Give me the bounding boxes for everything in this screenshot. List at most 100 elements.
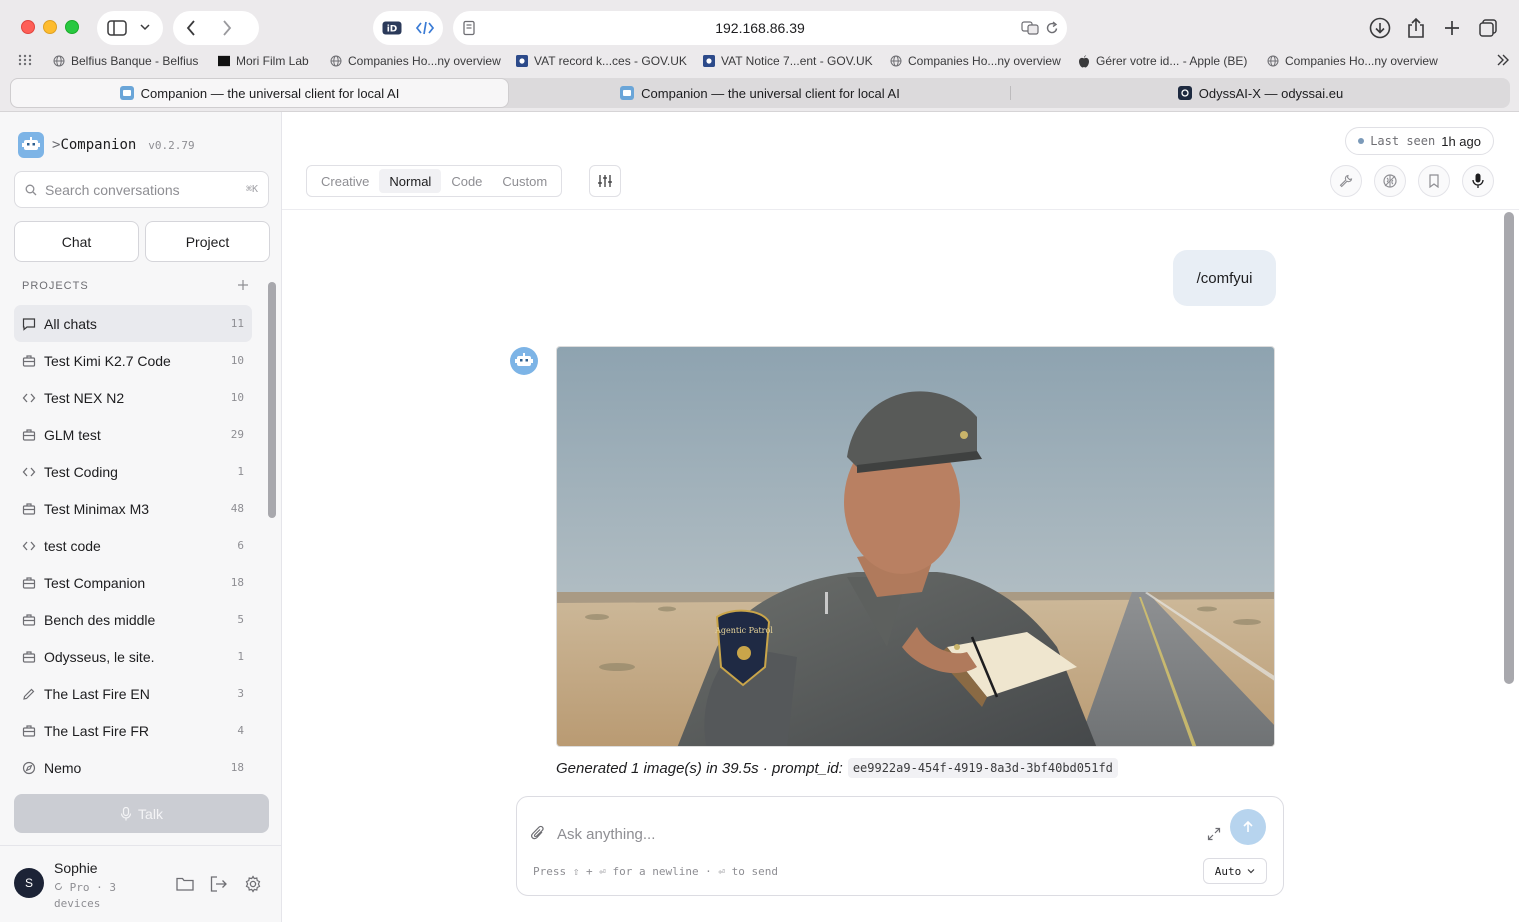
id-extension-icon[interactable]: iD	[382, 21, 402, 35]
gov-uk-icon	[516, 55, 528, 67]
chevron-down-icon	[1247, 868, 1255, 874]
send-button[interactable]	[1230, 809, 1266, 845]
expand-icon[interactable]	[1207, 827, 1221, 846]
minimize-window-button[interactable]	[43, 20, 57, 34]
project-item[interactable]: The Last Fire EN 3	[14, 675, 252, 712]
code-extension-icon[interactable]	[415, 20, 435, 36]
project-label: The Last Fire EN	[44, 685, 150, 702]
last-seen-value: 1h ago	[1441, 133, 1481, 149]
globe-icon	[890, 55, 902, 67]
folder-icon[interactable]	[175, 874, 195, 894]
add-project-icon[interactable]	[238, 280, 248, 292]
new-tab-icon[interactable]	[1438, 14, 1466, 42]
tab-title: OdyssAI-X — odyssai.eu	[1198, 85, 1344, 101]
share-icon[interactable]	[1402, 14, 1430, 42]
project-item[interactable]: Test Coding 1	[14, 453, 252, 490]
paperclip-icon[interactable]	[531, 825, 545, 846]
search-icon	[25, 184, 37, 196]
chevron-down-icon[interactable]	[140, 23, 150, 31]
tab-title: Companion — the universal client for loc…	[140, 85, 400, 101]
bookmark-item[interactable]: Mori Film Lab	[218, 54, 309, 68]
brand[interactable]: >Companion v0.2.79	[18, 132, 195, 158]
bookmark-item[interactable]: Companies Ho...ny overview	[1267, 54, 1438, 68]
model-select-value: Auto	[1214, 864, 1242, 878]
browser-tab[interactable]: Companion — the universal client for loc…	[10, 78, 509, 108]
brain-icon[interactable]	[1374, 165, 1406, 197]
project-item[interactable]: Test Companion 18	[14, 564, 252, 601]
sidebar-icon[interactable]	[107, 20, 127, 36]
mode-custom[interactable]: Custom	[492, 169, 557, 193]
briefcase-icon	[22, 354, 36, 368]
avatar[interactable]: S	[14, 868, 44, 898]
new-project-button[interactable]: Project	[145, 221, 270, 262]
project-item[interactable]: Nemo 18	[14, 749, 252, 786]
compass-icon	[22, 761, 36, 775]
apple-icon	[1078, 54, 1090, 67]
prompt-id[interactable]: ee9922a9-454f-4919-8a3d-3bf40bd051fd	[847, 758, 1118, 778]
project-item[interactable]: Test Kimi K2.7 Code 10	[14, 342, 252, 379]
gear-icon[interactable]	[243, 874, 263, 894]
tab-overview-icon[interactable]	[1474, 14, 1502, 42]
sidebar-toggle-group	[97, 11, 163, 45]
gov-uk-icon	[703, 55, 715, 67]
search-conversations-input[interactable]: Search conversations ⌘K	[14, 171, 269, 208]
mode-normal[interactable]: Normal	[379, 169, 442, 193]
assistant-robot-icon	[510, 347, 538, 375]
mode-code[interactable]: Code	[441, 169, 492, 193]
zoom-window-button[interactable]	[65, 20, 79, 34]
close-window-button[interactable]	[21, 20, 35, 34]
forward-icon[interactable]	[221, 19, 233, 37]
bookmark-item[interactable]: VAT record k...ces - GOV.UK	[516, 54, 687, 68]
project-item[interactable]: GLM test 29	[14, 416, 252, 453]
new-chat-button[interactable]: Chat	[14, 221, 139, 262]
project-count: 18	[230, 761, 244, 774]
last-seen-label: Last seen	[1370, 134, 1436, 148]
model-select[interactable]: Auto	[1203, 858, 1267, 884]
chat-input[interactable]	[557, 823, 1197, 845]
project-item[interactable]: Odysseus, le site. 1	[14, 638, 252, 675]
chat-scrollbar[interactable]	[1504, 212, 1514, 684]
voice-microphone-icon[interactable]	[1462, 165, 1494, 197]
project-label: Test Companion	[44, 574, 146, 591]
address-bar[interactable]: 192.168.86.39	[453, 11, 1067, 45]
project-label: Test Kimi K2.7 Code	[44, 352, 171, 369]
wrench-icon[interactable]	[1330, 165, 1362, 197]
bookmark-item[interactable]: Companies Ho...ny overview	[330, 54, 501, 68]
mode-creative[interactable]: Creative	[311, 169, 379, 193]
reload-icon[interactable]	[1045, 20, 1059, 41]
project-item[interactable]: All chats 11	[14, 305, 252, 342]
talk-button[interactable]: Talk	[14, 794, 269, 833]
back-icon[interactable]	[185, 19, 197, 37]
project-item[interactable]: Test NEX N2 10	[14, 379, 252, 416]
project-count: 6	[237, 539, 244, 552]
logout-icon[interactable]	[209, 874, 229, 894]
chat-main: Last seen 1h ago Creative Normal Code Cu…	[282, 112, 1519, 922]
sliders-icon[interactable]	[589, 165, 621, 197]
browser-tab[interactable]: OdyssAI-X — odyssai.eu	[1011, 78, 1510, 108]
app-version: v0.2.79	[148, 138, 195, 152]
odyssai-favicon-icon	[1177, 86, 1192, 100]
project-item[interactable]: The Last Fire FR 4	[14, 712, 252, 749]
sidebar-scrollbar[interactable]	[268, 282, 276, 518]
generated-image[interactable]: Agentic Patrol	[556, 346, 1275, 747]
bookmark-label: Mori Film Lab	[236, 54, 309, 68]
bookmark-item[interactable]: Belfius Banque - Belfius	[53, 54, 198, 68]
project-list: All chats 11 Test Kimi K2.7 Code 10 Test NEX…	[14, 305, 252, 786]
translate-icon[interactable]	[1021, 21, 1039, 40]
browser-tab[interactable]: Companion — the universal client for loc…	[510, 78, 1010, 108]
downloads-icon[interactable]	[1366, 14, 1394, 42]
bookmark-icon[interactable]	[1418, 165, 1450, 197]
bookmarks-overflow-icon[interactable]	[1496, 54, 1510, 66]
project-item[interactable]: test code 6	[14, 527, 252, 564]
project-item[interactable]: Test Minimax M3 48	[14, 490, 252, 527]
search-placeholder: Search conversations	[45, 181, 180, 198]
companion-favicon-icon	[119, 86, 134, 100]
bookmark-label: VAT Notice 7...ent - GOV.UK	[721, 54, 873, 68]
bookmark-item[interactable]: Gérer votre id... - Apple (BE)	[1078, 54, 1247, 68]
project-label: Odysseus, le site.	[44, 648, 155, 665]
bookmark-item[interactable]: VAT Notice 7...ent - GOV.UK	[703, 54, 873, 68]
status-dot	[1358, 138, 1365, 144]
apps-grid-icon[interactable]	[18, 54, 32, 66]
project-item[interactable]: Bench des middle 5	[14, 601, 252, 638]
bookmark-item[interactable]: Companies Ho...ny overview	[890, 54, 1061, 68]
